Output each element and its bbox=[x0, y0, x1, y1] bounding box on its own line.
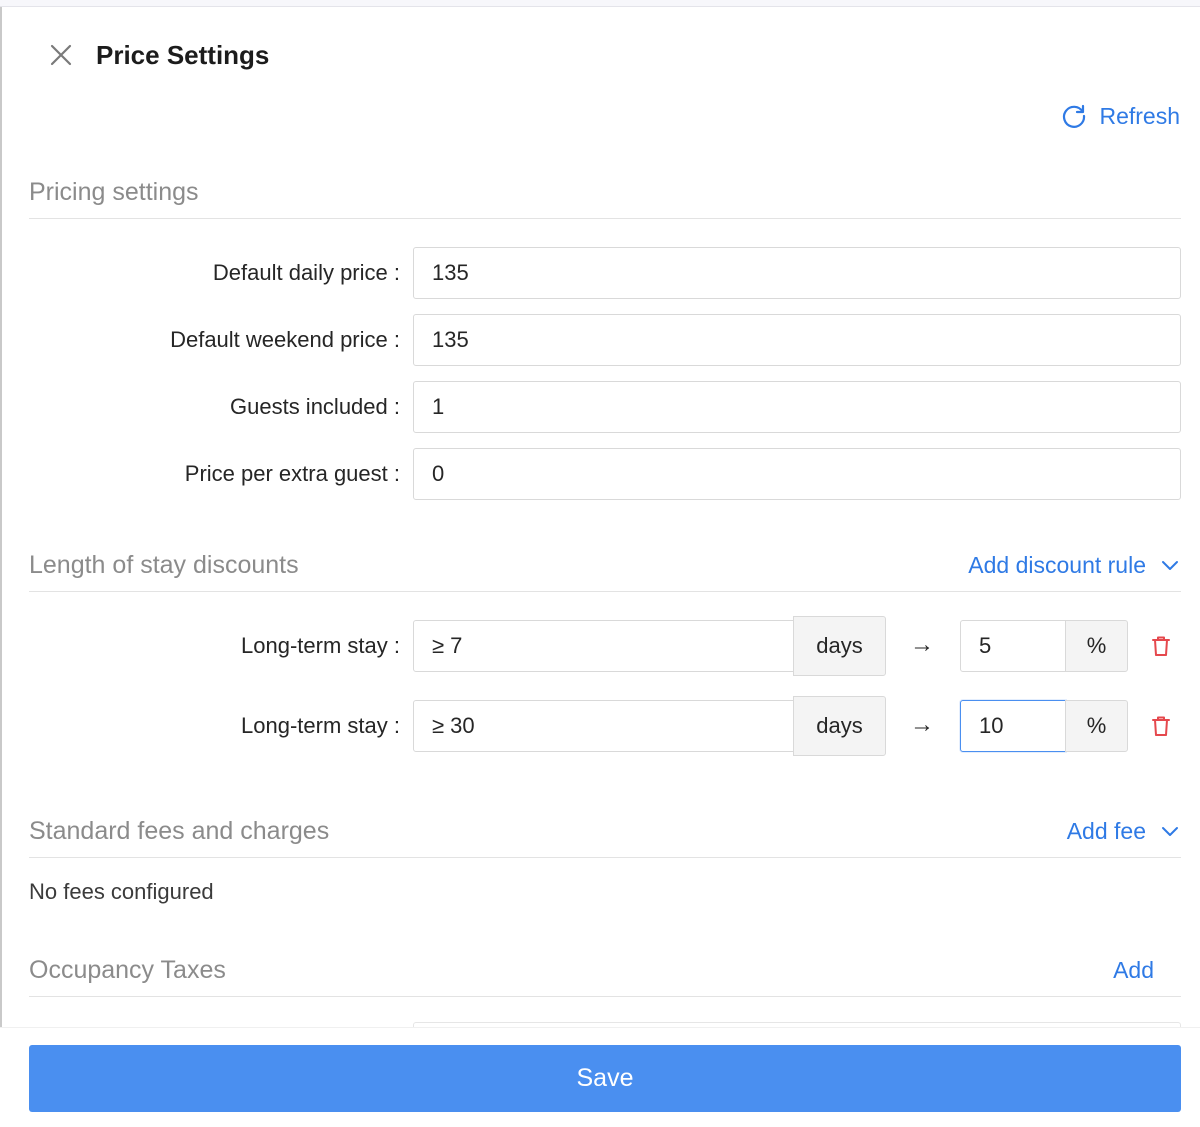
form-row-daily-price: Default daily price : 135 bbox=[0, 247, 1200, 299]
refresh-button[interactable]: Refresh bbox=[1061, 100, 1180, 132]
weekend-price-input[interactable]: 135 bbox=[413, 314, 1181, 366]
refresh-icon bbox=[1063, 104, 1086, 128]
extra-guest-price-input[interactable]: 0 bbox=[413, 448, 1181, 500]
discount-percent-input[interactable]: 10 bbox=[960, 700, 1066, 752]
arrow-icon: → bbox=[910, 631, 934, 658]
section-title-pricing: Pricing settings bbox=[29, 178, 199, 206]
percent-unit-addon: % bbox=[1065, 620, 1128, 672]
refresh-label: Refresh bbox=[1099, 102, 1180, 129]
delete-rule-button[interactable] bbox=[1149, 634, 1173, 658]
section-title-fees: Standard fees and charges bbox=[29, 817, 330, 845]
guests-included-input[interactable]: 1 bbox=[413, 381, 1181, 433]
min-days-input[interactable]: ≥ 30 bbox=[413, 700, 794, 752]
drawer-left-edge bbox=[0, 7, 2, 1127]
trash-icon bbox=[1152, 716, 1170, 736]
discount-rule-row: Long-term stay : ≥ 7 days → 5 % bbox=[0, 616, 1200, 676]
form-row-guests-included: Guests included : 1 bbox=[0, 381, 1200, 433]
days-unit-addon: days bbox=[793, 696, 886, 756]
add-tax-label: Add bbox=[1113, 957, 1154, 983]
field-label: Default daily price : bbox=[212, 260, 400, 285]
discount-percent-input[interactable]: 5 bbox=[960, 620, 1066, 672]
form-row-weekend-price: Default weekend price : 135 bbox=[0, 314, 1200, 366]
daily-price-input[interactable]: 135 bbox=[413, 247, 1181, 299]
arrow-icon: → bbox=[910, 711, 934, 738]
section-divider bbox=[29, 218, 1181, 219]
close-icon bbox=[50, 44, 72, 66]
section-title-taxes: Occupancy Taxes bbox=[29, 956, 226, 984]
section-divider bbox=[29, 857, 1181, 858]
field-label: Guests included : bbox=[230, 394, 400, 419]
min-days-input[interactable]: ≥ 7 bbox=[413, 620, 794, 672]
field-label: Default weekend price : bbox=[170, 327, 400, 352]
chevron-down-icon bbox=[1162, 827, 1178, 836]
percent-unit-addon: % bbox=[1065, 700, 1128, 752]
top-border bbox=[0, 0, 1200, 7]
days-unit-addon: days bbox=[793, 616, 886, 676]
save-button[interactable]: Save bbox=[29, 1045, 1181, 1112]
section-title-discounts: Length of stay discounts bbox=[29, 551, 299, 579]
drawer-title: Price Settings bbox=[96, 40, 270, 70]
add-fee-label: Add fee bbox=[1066, 818, 1146, 844]
form-row-extra-guest-price: Price per extra guest : 0 bbox=[0, 448, 1200, 500]
add-discount-rule-label: Add discount rule bbox=[968, 552, 1146, 578]
price-settings-drawer: Price Settings Refresh Pricing settings … bbox=[0, 0, 1200, 1127]
discount-rule-row: Long-term stay : ≥ 30 days → 10 % bbox=[0, 696, 1200, 756]
section-divider bbox=[29, 591, 1181, 592]
add-discount-rule-button[interactable]: Add discount rule bbox=[968, 549, 1180, 581]
trash-icon bbox=[1152, 636, 1170, 656]
field-label: Price per extra guest : bbox=[184, 461, 400, 486]
delete-rule-button[interactable] bbox=[1149, 714, 1173, 738]
chevron-down-icon bbox=[1162, 561, 1178, 570]
discount-rule-label: Long-term stay : bbox=[241, 713, 400, 738]
add-tax-button[interactable]: Add bbox=[1113, 954, 1154, 986]
discount-rule-label: Long-term stay : bbox=[241, 633, 400, 658]
add-fee-button[interactable]: Add fee bbox=[1067, 815, 1180, 847]
section-divider bbox=[29, 996, 1181, 997]
close-button[interactable] bbox=[46, 40, 76, 70]
no-fees-message: No fees configured bbox=[29, 879, 214, 904]
